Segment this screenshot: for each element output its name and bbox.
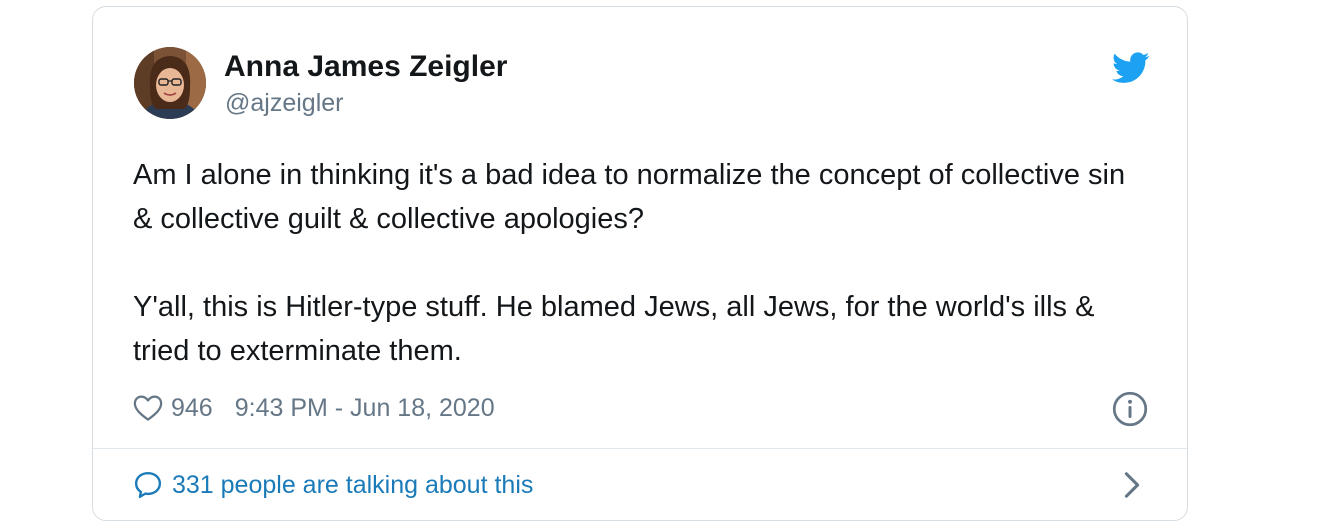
info-icon[interactable] [1112,391,1148,427]
author-handle[interactable]: @ajzeigler [225,89,343,118]
tweet-paragraph: Y'all, this is Hitler-type stuff. He bla… [133,291,1095,367]
timestamp[interactable]: 9:43 PM - Jun 18, 2020 [235,394,495,423]
tweet-card: Anna James Zeigler @ajzeigler Am I alone… [92,6,1188,521]
avatar-image [134,47,206,119]
heart-icon[interactable] [133,394,163,422]
speech-bubble-icon [134,471,162,499]
twitter-bird-icon[interactable] [1112,51,1150,85]
avatar[interactable] [134,47,206,119]
discussion-text[interactable]: 331 people are talking about this [172,471,533,500]
tweet-text: Am I alone in thinking it's a bad idea t… [133,153,1143,373]
author-name[interactable]: Anna James Zeigler [224,50,507,84]
tweet-paragraph: Am I alone in thinking it's a bad idea t… [133,159,1126,235]
like-count[interactable]: 946 [171,394,213,423]
divider [93,448,1187,449]
chevron-right-icon[interactable] [1123,471,1141,499]
discussion-link[interactable]: 331 people are talking about this [133,467,533,503]
tweet-meta: 946 9:43 PM - Jun 18, 2020 [133,390,495,426]
